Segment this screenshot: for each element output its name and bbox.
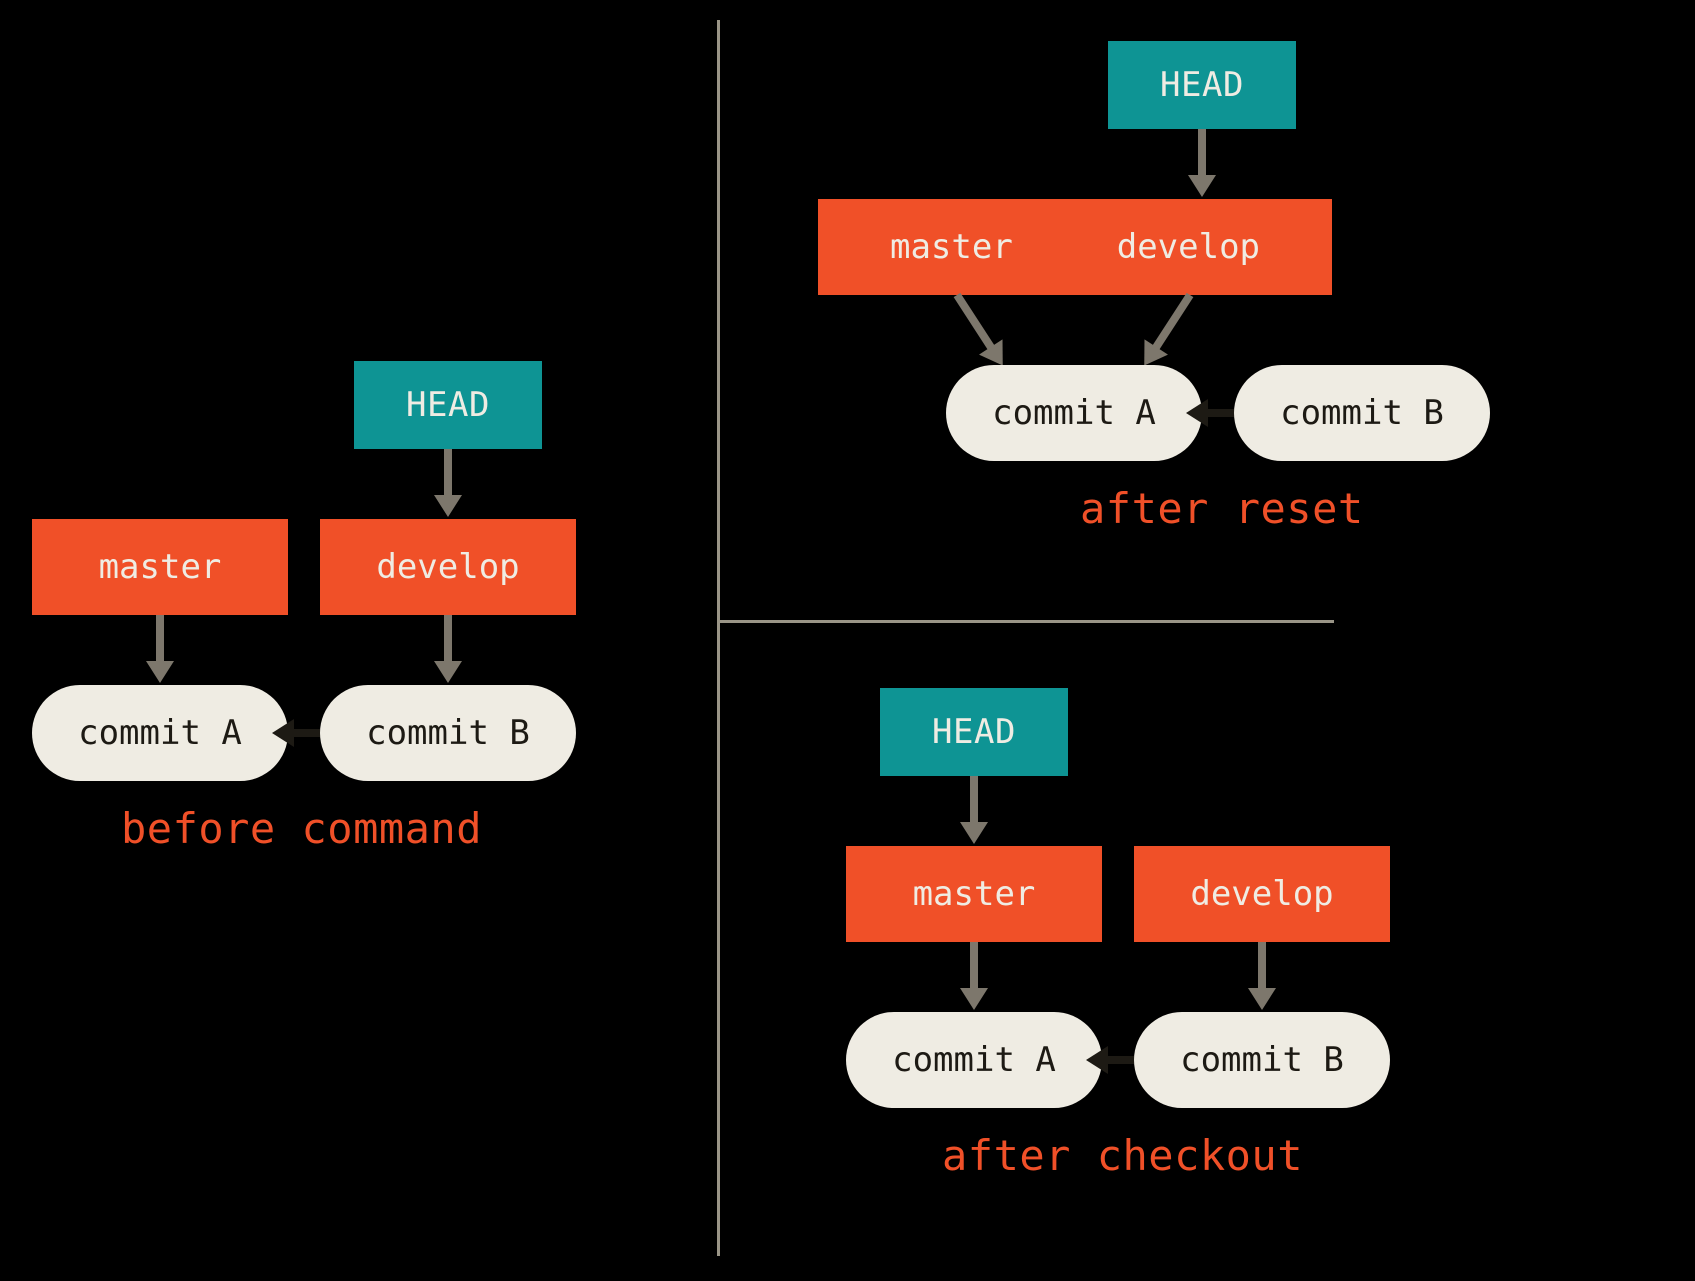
commit-label: commit B xyxy=(366,713,530,753)
head-box: HEAD xyxy=(880,688,1068,776)
branch-develop: develop xyxy=(1134,846,1390,942)
commit-label: commit B xyxy=(1180,1040,1344,1080)
arrow-diag-icon xyxy=(954,293,998,354)
branch-label: develop xyxy=(376,547,519,587)
branch-label: master xyxy=(913,874,1036,914)
diagram-canvas: HEAD master develop commit A commit B be… xyxy=(0,0,1695,1281)
head-label: HEAD xyxy=(1160,65,1244,105)
branch-label: develop xyxy=(1190,874,1333,914)
commit-node: commit A xyxy=(846,1012,1102,1108)
head-label: HEAD xyxy=(406,385,490,425)
arrow-diag-icon xyxy=(1150,293,1194,354)
commit-node: commit A xyxy=(32,685,288,781)
branch-master: master xyxy=(32,519,288,615)
vertical-divider xyxy=(717,20,720,1256)
horizontal-divider xyxy=(719,620,1334,623)
branch-combined: master develop xyxy=(818,199,1332,295)
commit-node: commit B xyxy=(1134,1012,1390,1108)
commit-label: commit A xyxy=(992,393,1156,433)
branch-label: master xyxy=(99,547,222,587)
commit-label: commit A xyxy=(78,713,242,753)
commit-label: commit B xyxy=(1280,393,1444,433)
branch-label: develop xyxy=(1117,227,1260,267)
head-box: HEAD xyxy=(1108,41,1296,129)
commit-label: commit A xyxy=(892,1040,1056,1080)
commit-node: commit B xyxy=(1234,365,1490,461)
commit-node: commit A xyxy=(946,365,1202,461)
branch-develop: develop xyxy=(320,519,576,615)
panel-caption: before command xyxy=(121,804,482,853)
panel-caption: after reset xyxy=(1080,484,1364,533)
branch-master: master xyxy=(846,846,1102,942)
head-label: HEAD xyxy=(932,712,1016,752)
branch-label: master xyxy=(890,227,1013,267)
panel-caption: after checkout xyxy=(942,1131,1303,1180)
head-box: HEAD xyxy=(354,361,542,449)
commit-node: commit B xyxy=(320,685,576,781)
